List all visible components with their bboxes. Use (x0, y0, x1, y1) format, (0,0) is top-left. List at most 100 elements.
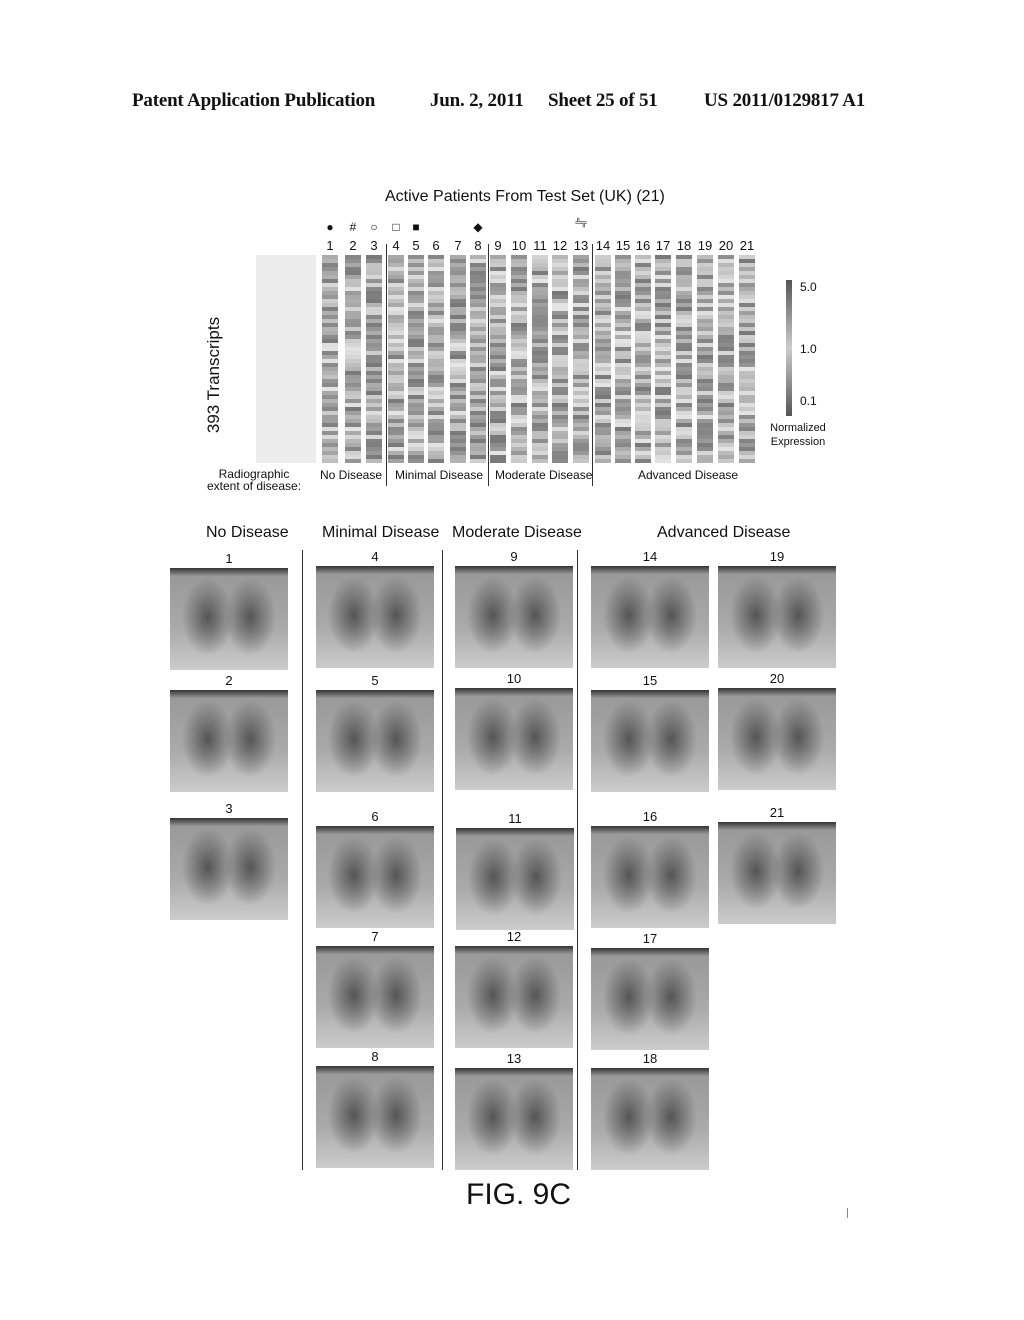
heatmap-cell (388, 339, 404, 343)
heatmap-cell (511, 343, 527, 347)
heatmap-cell (573, 303, 589, 307)
heatmap-cell (345, 347, 361, 351)
heatmap-cell (697, 351, 713, 355)
heatmap-cell (408, 323, 424, 327)
heatmap-cell (322, 391, 338, 395)
heatmap-cell (676, 299, 692, 303)
heatmap-cell (345, 403, 361, 407)
heatmap-cell (552, 455, 568, 459)
column-number: 11 (533, 238, 547, 253)
heatmap-cell (655, 403, 671, 407)
heatmap-cell (450, 327, 466, 331)
colorbar-tick: 5.0 (800, 280, 817, 294)
heatmap-cell (532, 411, 548, 415)
heatmap-cell (388, 431, 404, 435)
heatmap-cell (739, 303, 755, 307)
heatmap-cell (655, 315, 671, 319)
heatmap-cell (388, 295, 404, 299)
heatmap-cell (635, 275, 651, 279)
heatmap-cell (428, 363, 444, 367)
heatmap-cell (322, 291, 338, 295)
heatmap-cell (552, 379, 568, 383)
heatmap-cell (552, 327, 568, 331)
column-number: 3 (370, 238, 378, 253)
heatmap-cell (532, 255, 548, 259)
heatmap-cell (450, 399, 466, 403)
heatmap-cell (366, 331, 382, 335)
heatmap-cell (552, 435, 568, 439)
heatmap-cell (718, 411, 734, 415)
heatmap-cell (511, 323, 527, 327)
heatmap-cell (408, 347, 424, 351)
heatmap-cell (428, 427, 444, 431)
heatmap-cell (345, 259, 361, 263)
heatmap-cell (655, 307, 671, 311)
heatmap-cell (615, 339, 631, 343)
xray-patient-number: 6 (371, 809, 379, 824)
heatmap-cell (718, 291, 734, 295)
heatmap-cell (490, 323, 506, 327)
heatmap-cell (635, 427, 651, 431)
heatmap-cell (511, 375, 527, 379)
heatmap-cell (615, 399, 631, 403)
heatmap-cell (635, 347, 651, 351)
heatmap-cell (388, 387, 404, 391)
heatmap-cell (322, 255, 338, 259)
heatmap-cell (655, 267, 671, 271)
heatmap-cell (615, 259, 631, 263)
heatmap-cell (635, 259, 651, 263)
heatmap-cell (595, 355, 611, 359)
heatmap-cell (532, 395, 548, 399)
heatmap-cell (511, 451, 527, 455)
heatmap-cell (366, 267, 382, 271)
heatmap-cell (490, 439, 506, 443)
heatmap-cell (676, 315, 692, 319)
heatmap-cell (408, 279, 424, 283)
heatmap-cell (595, 271, 611, 275)
heatmap-cell (655, 287, 671, 291)
heatmap-cell (511, 447, 527, 451)
heatmap-cell (345, 399, 361, 403)
heatmap-cell (428, 395, 444, 399)
heatmap-cell (573, 411, 589, 415)
heatmap-cell (573, 323, 589, 327)
heatmap-cell (322, 267, 338, 271)
heatmap-cell (697, 307, 713, 311)
heatmap-cell (718, 271, 734, 275)
heatmap-cell (511, 331, 527, 335)
heatmap-cell (366, 287, 382, 291)
heatmap-cell (408, 331, 424, 335)
heatmap-cell (595, 455, 611, 459)
heatmap-cell (366, 371, 382, 375)
heatmap-cell (615, 407, 631, 411)
heatmap-cell (470, 431, 486, 435)
chest-xray-image (718, 822, 836, 924)
heatmap-cell (718, 451, 734, 455)
heatmap-cell (676, 287, 692, 291)
heatmap-cell (676, 375, 692, 379)
heatmap-cell (552, 391, 568, 395)
heatmap-cell (366, 427, 382, 431)
heatmap-cell (595, 383, 611, 387)
heatmap-cell (615, 263, 631, 267)
heatmap-cell (345, 319, 361, 323)
heatmap-cell (573, 307, 589, 311)
heatmap-cell (697, 355, 713, 359)
heatmap-cell (718, 339, 734, 343)
heatmap-cell (450, 451, 466, 455)
heatmap-cell (428, 319, 444, 323)
heatmap-cell (552, 263, 568, 267)
heatmap-cell (739, 255, 755, 259)
heatmap-cell (345, 407, 361, 411)
heatmap-cell (511, 395, 527, 399)
heatmap-cell (697, 447, 713, 451)
heatmap-cell (532, 315, 548, 319)
heatmap-cell (470, 419, 486, 423)
heatmap-cell (450, 419, 466, 423)
heatmap-cell (655, 343, 671, 347)
heatmap-cell (388, 263, 404, 267)
heatmap-cell (552, 339, 568, 343)
heatmap-cell (428, 431, 444, 435)
heatmap-cell (532, 427, 548, 431)
heatmap-cell (552, 287, 568, 291)
